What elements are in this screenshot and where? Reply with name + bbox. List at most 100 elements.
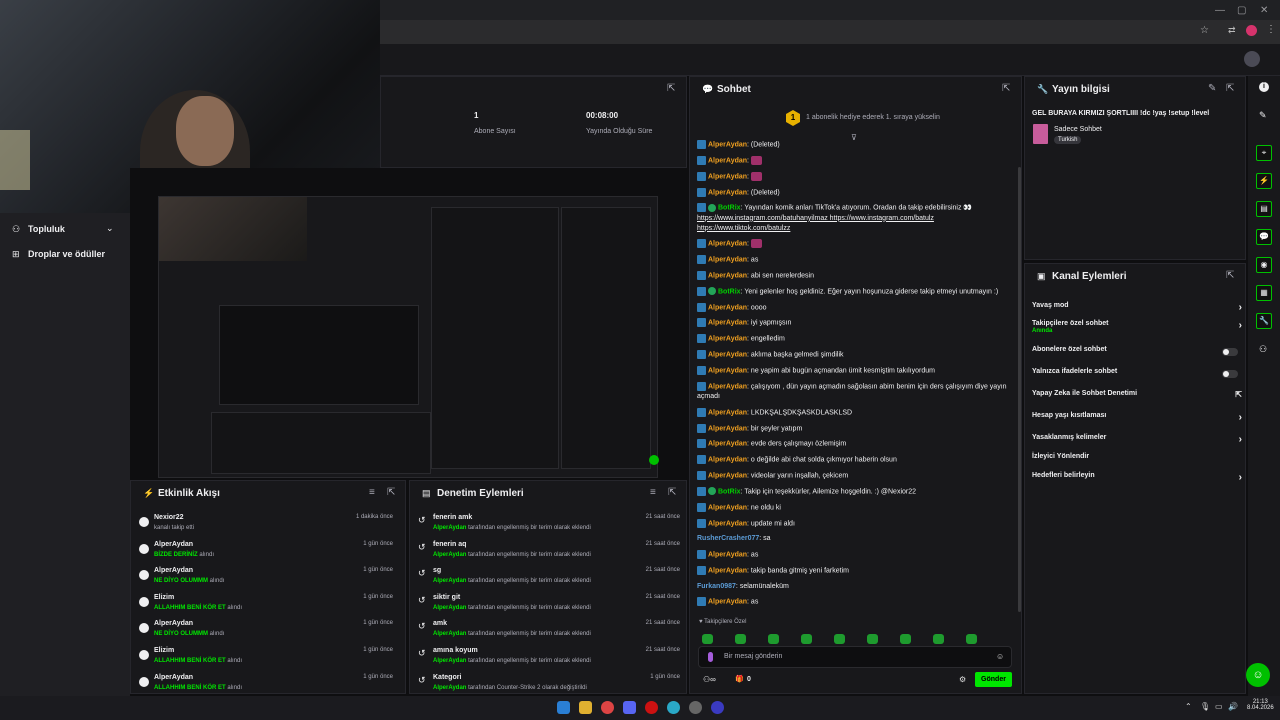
- chat-username[interactable]: AlperAydan: [708, 241, 747, 248]
- file-explorer-icon[interactable]: [579, 701, 592, 714]
- moderation-item[interactable]: ↺ fenerin aq AlperAydan tarafından engelle…: [410, 541, 688, 567]
- chevron-right-icon[interactable]: ›: [1239, 302, 1242, 313]
- chat-username[interactable]: AlperAydan: [708, 383, 747, 390]
- opera-icon[interactable]: [645, 701, 658, 714]
- moderation-item[interactable]: ↺ sg AlperAydan tarafından engellenmiş bir…: [410, 567, 688, 593]
- profile-avatar[interactable]: [1246, 25, 1257, 36]
- activity-item[interactable]: Elizim ALLAHHIM BENİ KÖR ET alındı 1 gün ö…: [131, 594, 401, 620]
- chat-username[interactable]: BotRix: [718, 205, 741, 212]
- undo-icon[interactable]: ↺: [418, 568, 426, 579]
- emote-icon[interactable]: [933, 634, 944, 644]
- chat-username[interactable]: AlperAydan: [708, 441, 747, 448]
- external-link-icon[interactable]: ⇱: [1235, 390, 1242, 399]
- settings-icon[interactable]: ⚙: [959, 675, 966, 684]
- chat-username[interactable]: AlperAydan: [708, 425, 747, 432]
- emote-icon[interactable]: [867, 634, 878, 644]
- moderation-actor[interactable]: AlperAydan: [433, 658, 466, 664]
- moderation-item[interactable]: ↺ fenerin amk AlperAydan tarafından engell…: [410, 514, 688, 540]
- activity-item[interactable]: AlperAydan BİZDE DERİNİZ alındı 1 gün önce: [131, 541, 401, 567]
- stream-preview[interactable]: [130, 168, 687, 478]
- share-icon[interactable]: ⚇: [1259, 344, 1267, 355]
- undo-icon[interactable]: ↺: [418, 595, 426, 606]
- channel-action-item[interactable]: Hedefleri belirleyin ›: [1032, 472, 1242, 488]
- popout-icon[interactable]: ⇱: [1226, 83, 1234, 94]
- activity-user[interactable]: AlperAydan: [154, 620, 193, 627]
- channel-action-item[interactable]: Abonelere özel sohbet: [1032, 346, 1242, 362]
- edit-icon[interactable]: ✎: [1208, 83, 1216, 94]
- chat-username[interactable]: AlperAydan: [708, 367, 747, 374]
- emote-icon[interactable]: [768, 634, 779, 644]
- chat-username[interactable]: AlperAydan: [708, 457, 747, 464]
- popout-icon[interactable]: ⇱: [667, 83, 675, 94]
- filter-icon[interactable]: ≡: [650, 487, 656, 498]
- activity-user[interactable]: AlperAydan: [154, 541, 193, 548]
- chat-scrollbar[interactable]: [1018, 167, 1021, 612]
- moderation-item[interactable]: ↺ siktir git AlperAydan tarafından engelle…: [410, 594, 688, 620]
- rail-button-doc[interactable]: ▤: [1256, 201, 1272, 217]
- chevron-right-icon[interactable]: ›: [1239, 472, 1242, 483]
- mic-icon[interactable]: [708, 652, 713, 662]
- channel-action-item[interactable]: İzleyici Yönlendir: [1032, 453, 1242, 469]
- activity-user[interactable]: Elizim: [154, 647, 174, 654]
- edge-icon[interactable]: [667, 701, 680, 714]
- activity-user[interactable]: Elizim: [154, 594, 174, 601]
- chat-username[interactable]: BotRix: [718, 288, 741, 295]
- chat-username[interactable]: AlperAydan: [708, 189, 747, 196]
- app-icon[interactable]: [711, 701, 724, 714]
- mic-tray-icon[interactable]: 🎙: [1200, 702, 1210, 711]
- chat-input[interactable]: Bir mesaj gönderin ☺: [698, 646, 1012, 668]
- activity-user[interactable]: AlperAydan: [154, 567, 193, 574]
- close-icon[interactable]: ✕: [1260, 5, 1268, 16]
- gift-icon[interactable]: 🎁: [735, 675, 744, 683]
- user-avatar[interactable]: [1244, 51, 1260, 67]
- chat-username[interactable]: RusherCrasher077: [697, 535, 759, 542]
- chevron-down-icon[interactable]: ⌄: [106, 223, 114, 234]
- activity-user[interactable]: AlperAydan: [154, 674, 193, 681]
- moderation-actor[interactable]: AlperAydan: [433, 578, 466, 584]
- channel-action-item[interactable]: Yalnızca ifadelerle sohbet: [1032, 368, 1242, 384]
- info-icon[interactable]: i: [1259, 82, 1269, 92]
- chat-username[interactable]: AlperAydan: [708, 256, 747, 263]
- rail-button-crosshair[interactable]: ⌖: [1256, 145, 1272, 161]
- activity-item[interactable]: AlperAydan NE DİYO OLUMMM alındı 1 gün önc…: [131, 620, 401, 646]
- chrome-icon[interactable]: [601, 701, 614, 714]
- channel-action-item[interactable]: Yasaklanmış kelimeler ›: [1032, 434, 1242, 450]
- discord-icon[interactable]: [623, 701, 636, 714]
- activity-item[interactable]: AlperAydan NE DİYO OLUMMM alındı 1 gün önc…: [131, 567, 401, 593]
- undo-icon[interactable]: ↺: [418, 621, 426, 632]
- chat-username[interactable]: AlperAydan: [708, 272, 747, 279]
- moderation-actor[interactable]: AlperAydan: [433, 525, 466, 531]
- rail-button-layout[interactable]: ▦: [1256, 285, 1272, 301]
- emote-icon[interactable]: [900, 634, 911, 644]
- points-icon[interactable]: ⚇∞: [703, 675, 716, 684]
- moderation-actor[interactable]: AlperAydan: [433, 605, 466, 611]
- rail-button-wrench[interactable]: 🔧: [1256, 313, 1272, 329]
- moderation-actor[interactable]: AlperAydan: [433, 631, 466, 637]
- activity-item[interactable]: Elizim ALLAHHIM BENİ KÖR ET alındı 1 gün ö…: [131, 647, 401, 673]
- chat-username[interactable]: AlperAydan: [708, 520, 747, 527]
- chevron-right-icon[interactable]: ›: [1239, 434, 1242, 445]
- menu-icon[interactable]: ⋮: [1266, 24, 1276, 35]
- emote-bar[interactable]: [702, 631, 1018, 644]
- chat-username[interactable]: BotRix: [718, 488, 741, 495]
- rail-button-bolt[interactable]: ⚡: [1256, 173, 1272, 189]
- chat-username[interactable]: AlperAydan: [708, 409, 747, 416]
- chat-username[interactable]: AlperAydan: [708, 304, 747, 311]
- chevron-right-icon[interactable]: ›: [1239, 320, 1242, 331]
- chevron-right-icon[interactable]: ›: [1239, 412, 1242, 423]
- toggle-switch[interactable]: [1222, 370, 1238, 378]
- chat-links[interactable]: https://www.instagram.com/batuhanyilmaz …: [697, 215, 934, 232]
- sidebar-item-community[interactable]: Topluluk: [28, 224, 65, 234]
- filter-icon[interactable]: ≡: [369, 487, 375, 498]
- send-button[interactable]: Gönder: [975, 672, 1012, 687]
- popout-icon[interactable]: ⇱: [1002, 83, 1010, 94]
- popout-icon[interactable]: ⇱: [1226, 270, 1234, 281]
- channel-action-item[interactable]: Takipçilere özel sohbet Anında ›: [1032, 320, 1242, 336]
- emote-icon[interactable]: [966, 634, 977, 644]
- chat-username[interactable]: Furkan0987: [697, 583, 736, 590]
- windows-start-icon[interactable]: [557, 701, 570, 714]
- emoji-icon[interactable]: ☺: [996, 652, 1004, 661]
- extensions-icon[interactable]: ⇄: [1228, 25, 1236, 36]
- chat-username[interactable]: AlperAydan: [708, 336, 747, 343]
- undo-icon[interactable]: ↺: [418, 515, 426, 526]
